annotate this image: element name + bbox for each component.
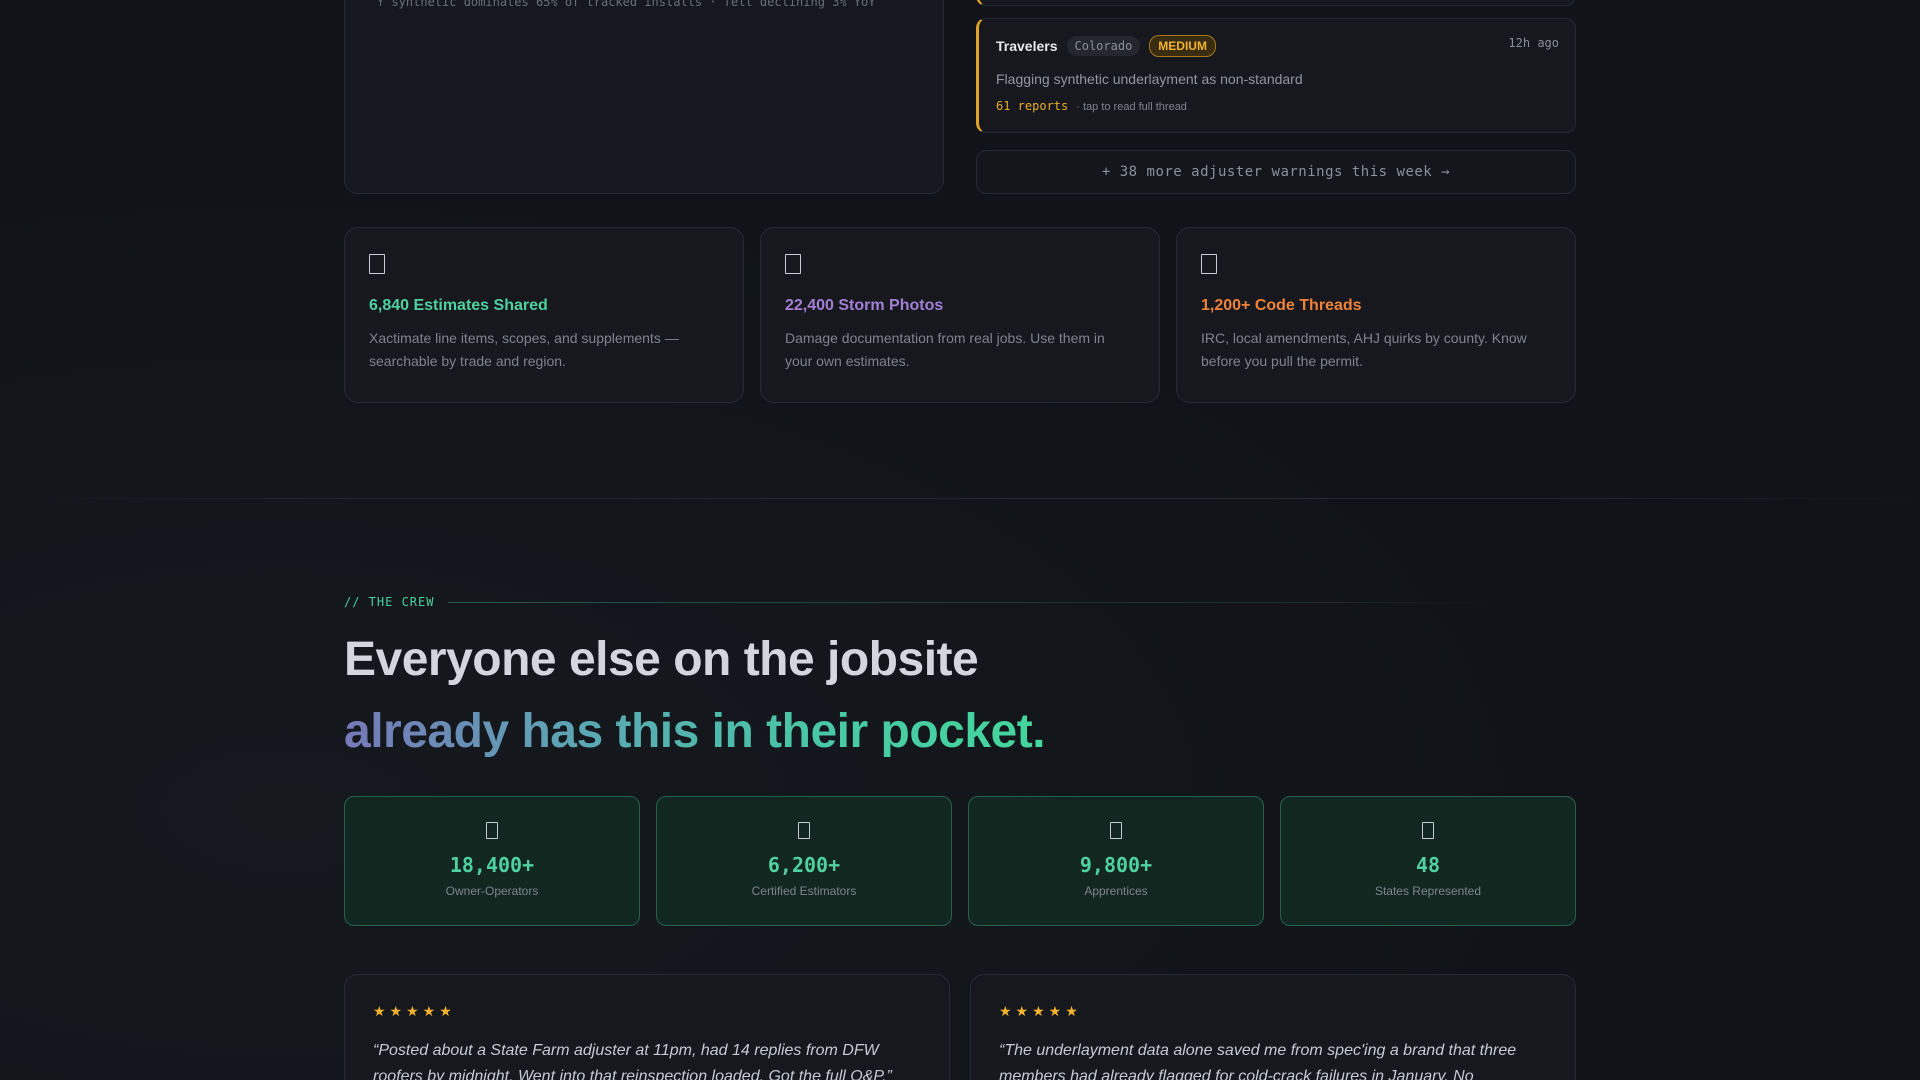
missing-glyph-icon [369,254,385,274]
alert-thread-hint: · tap to read full thread [1076,101,1187,113]
testimonial-card: ★★★★★ “The underlayment data alone saved… [970,974,1576,1080]
missing-glyph-icon [1422,822,1434,839]
stat-label: Owner-Operators [445,884,539,898]
feature-card-photos[interactable]: 22,400 Storm Photos Damage documentation… [760,227,1160,403]
section-headline: Everyone else on the jobsite [344,633,979,686]
testimonial-text: “Posted about a State Farm adjuster at 1… [373,1042,892,1080]
feature-card-estimates[interactable]: 6,840 Estimates Shared Xactimate line it… [344,227,744,403]
market-share-panel: ↑ synthetic dominates 65% of tracked ins… [344,0,944,194]
adjuster-alert-card[interactable]: Travelers Colorado MEDIUM 12h ago Flaggi… [976,18,1576,133]
feature-description: Damage documentation from real jobs. Use… [785,330,1105,369]
rating-stars: ★★★★★ [373,1003,456,1019]
feature-title: 6,840 Estimates Shared [369,297,548,314]
missing-glyph-icon [785,254,801,274]
alert-severity-badge: MEDIUM [1149,35,1216,57]
kicker-label: // THE CREW [344,595,435,609]
testimonial-card: ★★★★★ “Posted about a State Farm adjuste… [344,974,950,1080]
missing-glyph-icon [1110,822,1122,839]
section-divider [0,498,1920,499]
stat-value: 6,200+ [767,853,841,877]
alert-timestamp: 12h ago [1508,36,1559,50]
page: ↑ synthetic dominates 65% of tracked ins… [0,0,1920,1080]
section-kicker: // THE CREW [344,595,1489,609]
stat-apprentices: 9,800+ Apprentices [968,796,1264,926]
stat-label: States Represented [1374,884,1482,898]
missing-glyph-icon [1201,254,1217,274]
section-headline-accent: already has this in their pocket. [344,705,1046,758]
alert-message: Flagging synthetic underlayment as non-s… [996,71,1303,87]
rating-stars: ★★★★★ [999,1003,1082,1019]
stat-label: Apprentices [1084,884,1148,898]
missing-glyph-icon [486,822,498,839]
stat-certified-estimators: 6,200+ Certified Estimators [656,796,952,926]
feature-description: Xactimate line items, scopes, and supple… [369,330,679,369]
kicker-rule [448,601,1489,603]
feature-description: IRC, local amendments, AHJ quirks by cou… [1201,330,1527,369]
previous-alert-card[interactable] [976,0,1576,6]
panel-footer-note: ↑ synthetic dominates 65% of tracked ins… [377,0,876,9]
alert-report-count: 61 reports [996,99,1069,113]
feature-title: 22,400 Storm Photos [785,297,944,314]
alert-carrier: Travelers [996,38,1058,54]
stat-value: 9,800+ [1079,853,1153,877]
more-warnings-button[interactable]: + 38 more adjuster warnings this week → [976,150,1576,194]
stat-value: 48 [1415,853,1441,877]
stat-label: Certified Estimators [751,884,857,898]
missing-glyph-icon [798,822,810,839]
stat-value: 18,400+ [449,853,535,877]
alert-state-badge: Colorado [1066,36,1141,56]
stat-states-represented: 48 States Represented [1280,796,1576,926]
feature-card-code-threads[interactable]: 1,200+ Code Threads IRC, local amendment… [1176,227,1576,403]
testimonial-text: “The underlayment data alone saved me fr… [999,1042,1517,1080]
stat-owner-operators: 18,400+ Owner-Operators [344,796,640,926]
feature-title: 1,200+ Code Threads [1201,297,1362,314]
